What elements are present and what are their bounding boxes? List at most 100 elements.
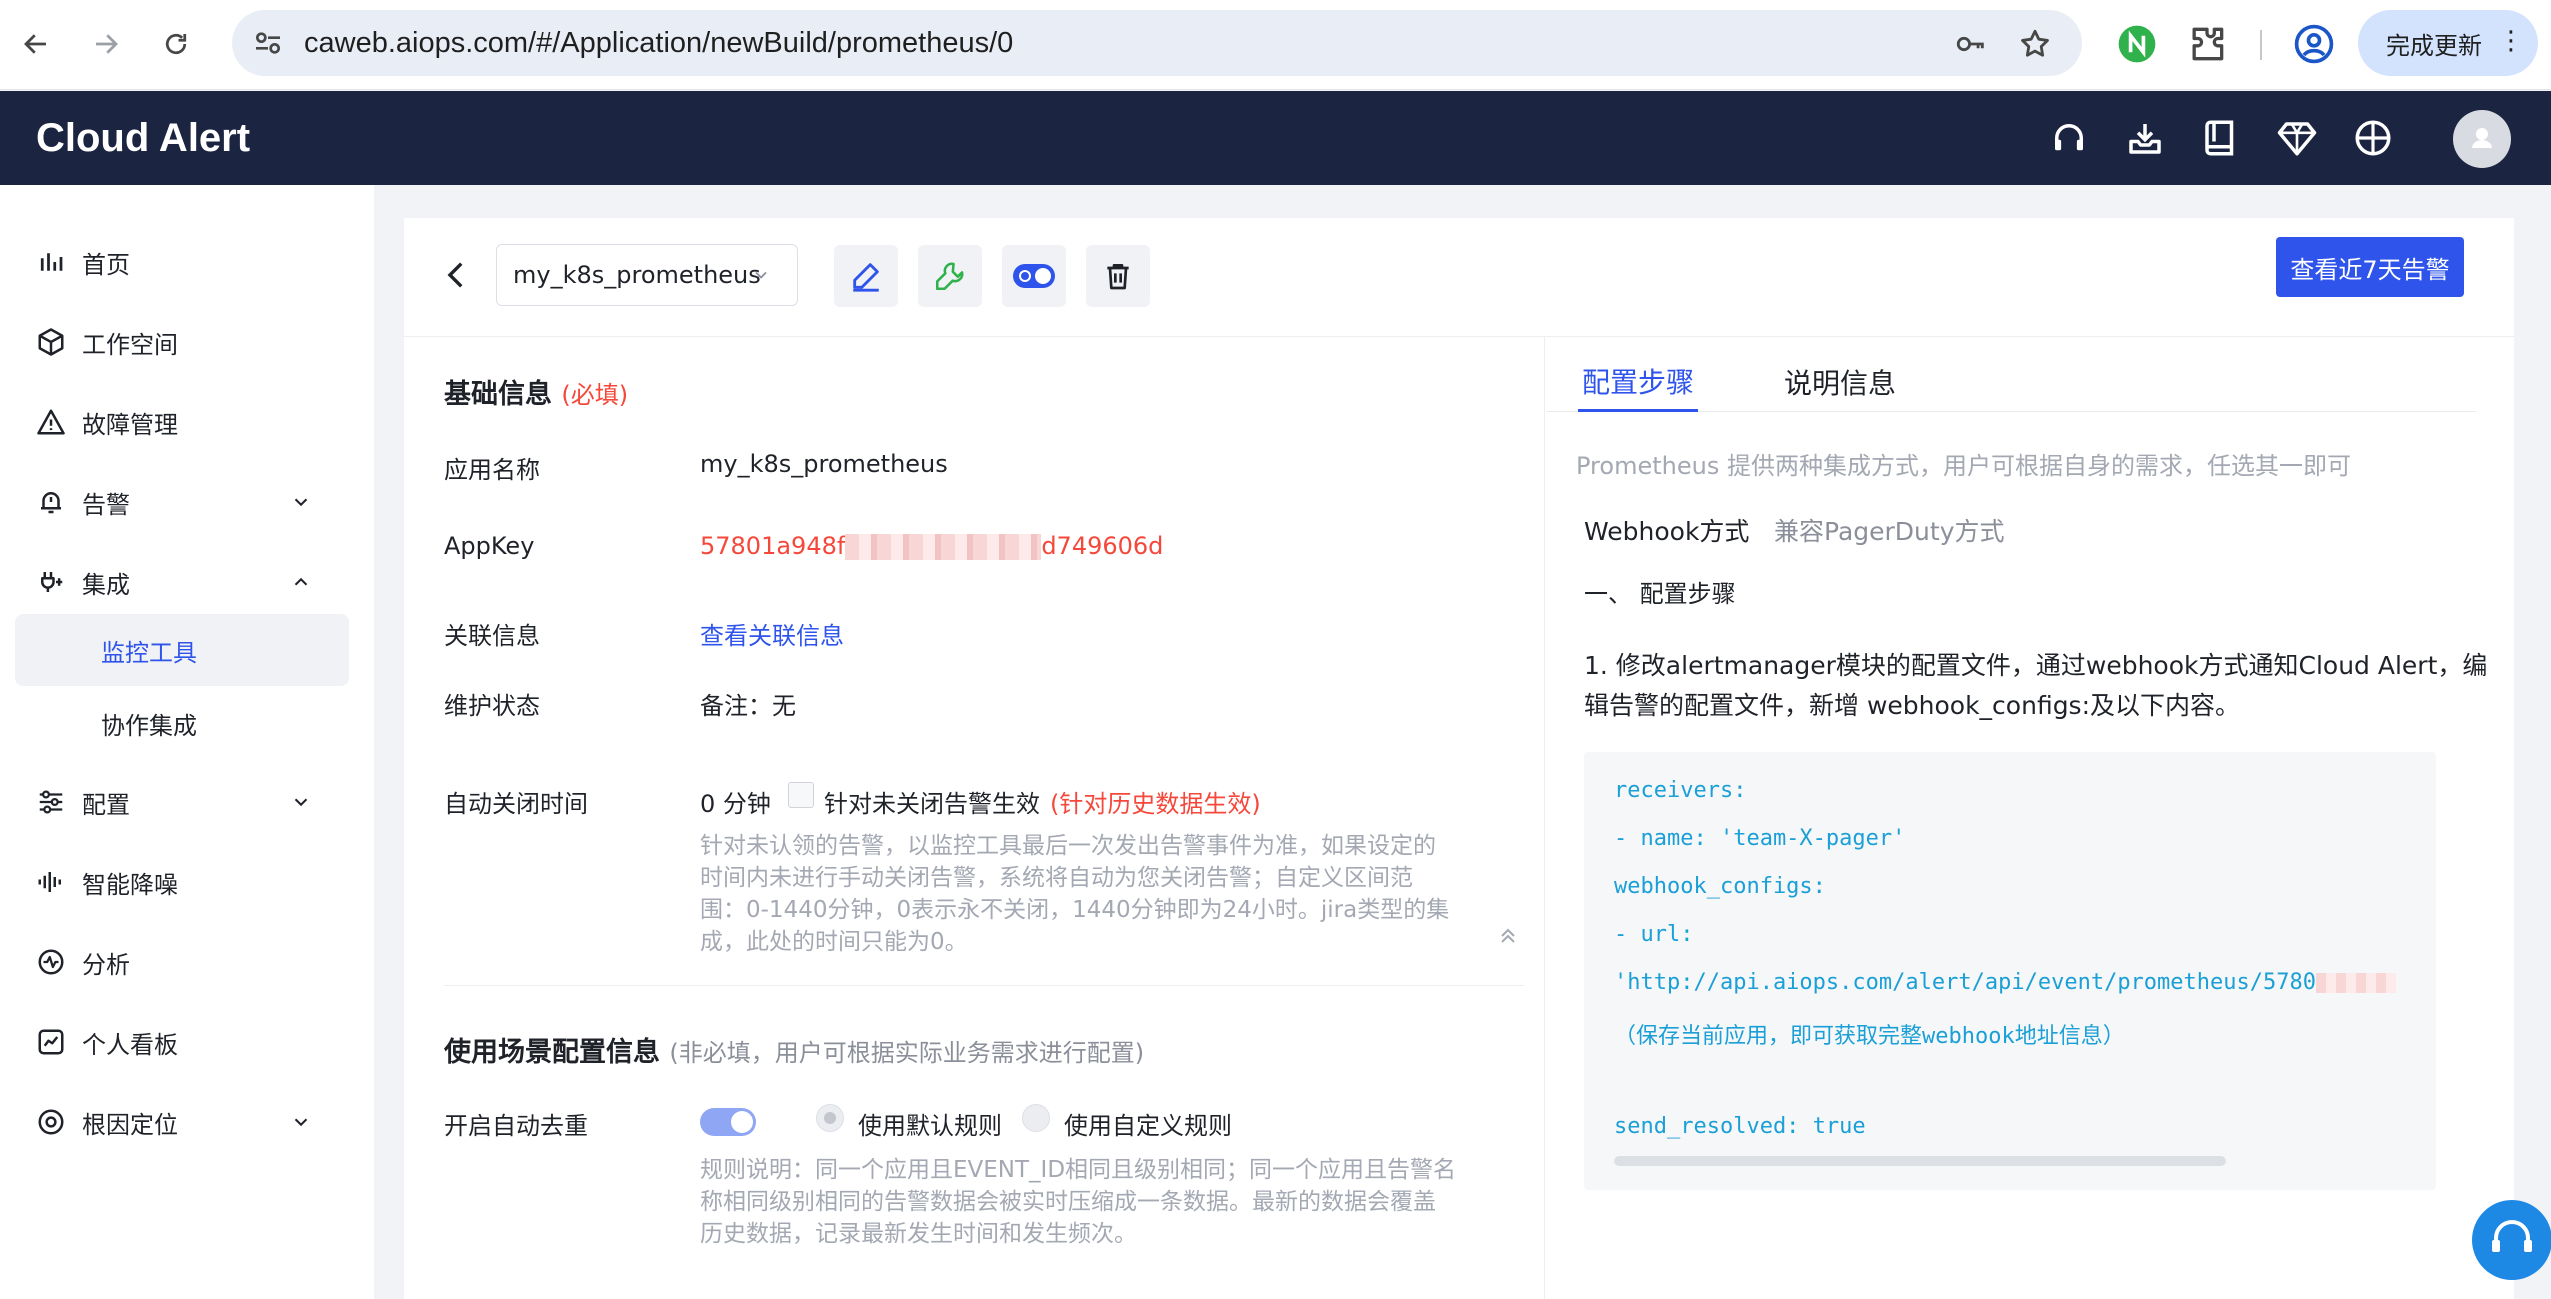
back-arrow-icon[interactable] bbox=[440, 258, 474, 292]
sidebar-item-label: 根因定位 bbox=[82, 1110, 178, 1139]
step1-line: 辑告警的配置文件，新增 webhook_configs:及以下内容。 bbox=[1584, 691, 2241, 720]
pulse-circle-icon bbox=[38, 949, 64, 975]
steps-heading: 一、 配置步骤 bbox=[1584, 580, 1736, 608]
profile-icon[interactable] bbox=[2292, 22, 2336, 66]
support-chat-button[interactable] bbox=[2472, 1200, 2551, 1280]
unclosed-alerts-checkbox[interactable] bbox=[788, 782, 814, 808]
bell-alarm-icon bbox=[41, 492, 61, 514]
reload-icon[interactable] bbox=[154, 22, 198, 66]
sidebar-item-alerts[interactable]: 告警 bbox=[0, 469, 374, 535]
enable-toggle-button[interactable] bbox=[1002, 245, 1066, 307]
address-bar[interactable]: caweb.aiops.com/#/Application/newBuild/p… bbox=[232, 10, 2082, 76]
unclosed-alerts-check-label: 针对未关闭告警生效 bbox=[824, 790, 1040, 818]
site-settings-icon[interactable] bbox=[252, 27, 284, 59]
sidebar-item-dashboard[interactable]: 个人看板 bbox=[0, 1009, 374, 1075]
code-snippet[interactable]: receivers: - name: 'team-X-pager' webhoo… bbox=[1584, 752, 2436, 1190]
collapse-up-icon[interactable] bbox=[1496, 924, 1520, 948]
code-line: webhook_configs: bbox=[1614, 874, 1826, 899]
right-panel-tabs: 配置步骤 说明信息 bbox=[1546, 352, 2476, 412]
sidebar-item-label: 集成 bbox=[82, 570, 130, 599]
column-divider bbox=[1544, 336, 1545, 1299]
redacted-block bbox=[845, 534, 1042, 560]
optional-note: (非必填，用户可根据实际业务需求进行配置) bbox=[669, 1039, 1145, 1067]
sidebar-item-analytics[interactable]: 分析 bbox=[0, 929, 374, 995]
auto-close-label: 自动关闭时间 bbox=[444, 790, 588, 818]
sidebar-item-config[interactable]: 配置 bbox=[0, 769, 374, 835]
chevron-down-icon bbox=[294, 498, 308, 507]
sidebar-item-integrations[interactable]: 集成 bbox=[0, 549, 374, 615]
password-key-icon[interactable] bbox=[1954, 27, 1988, 61]
globe-icon[interactable] bbox=[2352, 117, 2394, 159]
divider bbox=[444, 985, 1524, 986]
waveform-icon bbox=[38, 872, 61, 892]
code-line: send_resolved: true bbox=[1614, 1114, 1866, 1139]
auto-dedup-toggle[interactable] bbox=[700, 1108, 756, 1136]
extensions-puzzle-icon[interactable] bbox=[2185, 22, 2229, 66]
sidebar-item-label: 故障管理 bbox=[82, 410, 178, 439]
tab-config-steps[interactable]: 配置步骤 bbox=[1578, 352, 1699, 412]
app-name-label: 应用名称 bbox=[444, 456, 540, 484]
appkey-label: AppKey bbox=[444, 532, 535, 560]
horizontal-scrollbar[interactable] bbox=[1614, 1156, 2226, 1166]
headset-icon[interactable] bbox=[2048, 117, 2090, 159]
sidebar-item-incidents[interactable]: 故障管理 bbox=[0, 389, 374, 455]
code-line: - name: 'team-X-pager' bbox=[1614, 826, 1906, 851]
scene-config-heading: 使用场景配置信息 bbox=[444, 1037, 660, 1068]
default-rule-radio[interactable] bbox=[816, 1104, 844, 1132]
view-recent-alerts-button[interactable]: 查看近7天告警 bbox=[2276, 237, 2464, 297]
finish-update-button[interactable]: 完成更新 ⋮ bbox=[2358, 10, 2538, 76]
appkey-prefix: 57801a948f bbox=[700, 532, 846, 560]
brand-logo[interactable]: Cloud Alert bbox=[36, 91, 250, 185]
user-avatar[interactable] bbox=[2453, 110, 2511, 168]
edit-button[interactable] bbox=[834, 245, 898, 307]
dedup-hint-line: 历史数据，记录最新发生时间和发生频次。 bbox=[700, 1221, 1137, 1247]
custom-rule-radio[interactable] bbox=[1022, 1104, 1050, 1132]
app-selector-value: my_k8s_prometheus bbox=[513, 261, 761, 289]
basic-info-heading: 基础信息 bbox=[444, 379, 552, 410]
sidebar-item-home[interactable]: 首页 bbox=[0, 229, 374, 295]
delete-button[interactable] bbox=[1086, 245, 1150, 307]
maintenance-button[interactable] bbox=[918, 245, 982, 307]
chevron-down-icon bbox=[294, 798, 308, 807]
view-related-info-link[interactable]: 查看关联信息 bbox=[700, 616, 844, 651]
sidebar-item-collab-integrations[interactable]: 协作集成 bbox=[15, 687, 349, 759]
app-selector-dropdown[interactable]: my_k8s_prometheus bbox=[496, 244, 798, 306]
sidebar-item-noise-reduction[interactable]: 智能降噪 bbox=[0, 849, 374, 915]
pencil-icon bbox=[853, 263, 879, 292]
forward-icon[interactable] bbox=[84, 22, 128, 66]
appkey-value[interactable]: 57801a948f d749606d bbox=[700, 532, 1163, 560]
sidebar-item-label: 首页 bbox=[82, 250, 130, 279]
auto-close-hint-line: 围：0-1440分钟，0表示永不关闭，1440分钟即为24小时。jira类型的集 bbox=[700, 897, 1450, 923]
book-icon[interactable] bbox=[2200, 117, 2242, 159]
plug-icon bbox=[41, 572, 63, 592]
finish-update-label: 完成更新 bbox=[2386, 31, 2482, 60]
sidebar-item-workspace[interactable]: 工作空间 bbox=[0, 309, 374, 375]
sidebar-item-label: 工作空间 bbox=[82, 330, 178, 359]
step1-line: 1. 修改alertmanager模块的配置文件，通过webhook方式通知Cl… bbox=[1584, 651, 2488, 680]
appkey-suffix: d749606d bbox=[1041, 532, 1164, 560]
dedup-hint-line: 规则说明：同一个应用且EVENT_ID相同且级别相同；同一个应用且告警名 bbox=[700, 1157, 1457, 1183]
method-pagerduty-tab[interactable]: 兼容PagerDuty方式 bbox=[1774, 512, 2005, 548]
url-text: caweb.aiops.com/#/Application/newBuild/p… bbox=[304, 27, 1014, 59]
maintenance-status-label: 维护状态 bbox=[444, 692, 540, 720]
wrench-icon bbox=[935, 262, 964, 291]
more-vert-icon[interactable]: ⋮ bbox=[2498, 28, 2524, 54]
back-icon[interactable] bbox=[14, 22, 58, 66]
toggle-on-icon bbox=[1013, 264, 1055, 288]
diamond-icon[interactable] bbox=[2276, 117, 2318, 159]
sidebar-item-root-cause[interactable]: 根因定位 bbox=[0, 1089, 374, 1155]
target-icon bbox=[38, 1109, 64, 1135]
redacted-block bbox=[2316, 973, 2396, 993]
auto-close-value[interactable]: 0 分钟 bbox=[700, 784, 771, 819]
sliders-icon bbox=[39, 790, 63, 814]
extension-n-icon[interactable] bbox=[2115, 22, 2159, 66]
code-line: （保存当前应用，即可获取完整webhook地址信息） bbox=[1614, 1024, 2125, 1049]
bookmark-star-icon[interactable] bbox=[2018, 27, 2052, 61]
chevron-down-icon bbox=[755, 271, 767, 279]
download-tray-icon[interactable] bbox=[2124, 117, 2166, 159]
method-webhook-tab[interactable]: Webhook方式 bbox=[1584, 512, 1749, 548]
auto-close-hint-line: 针对未认领的告警，以监控工具最后一次发出告警事件为准，如果设定的 bbox=[700, 833, 1436, 859]
chevron-up-icon bbox=[294, 577, 308, 586]
tab-description[interactable]: 说明信息 bbox=[1784, 352, 1896, 412]
sidebar-item-monitoring-tools[interactable]: 监控工具 bbox=[15, 614, 349, 686]
